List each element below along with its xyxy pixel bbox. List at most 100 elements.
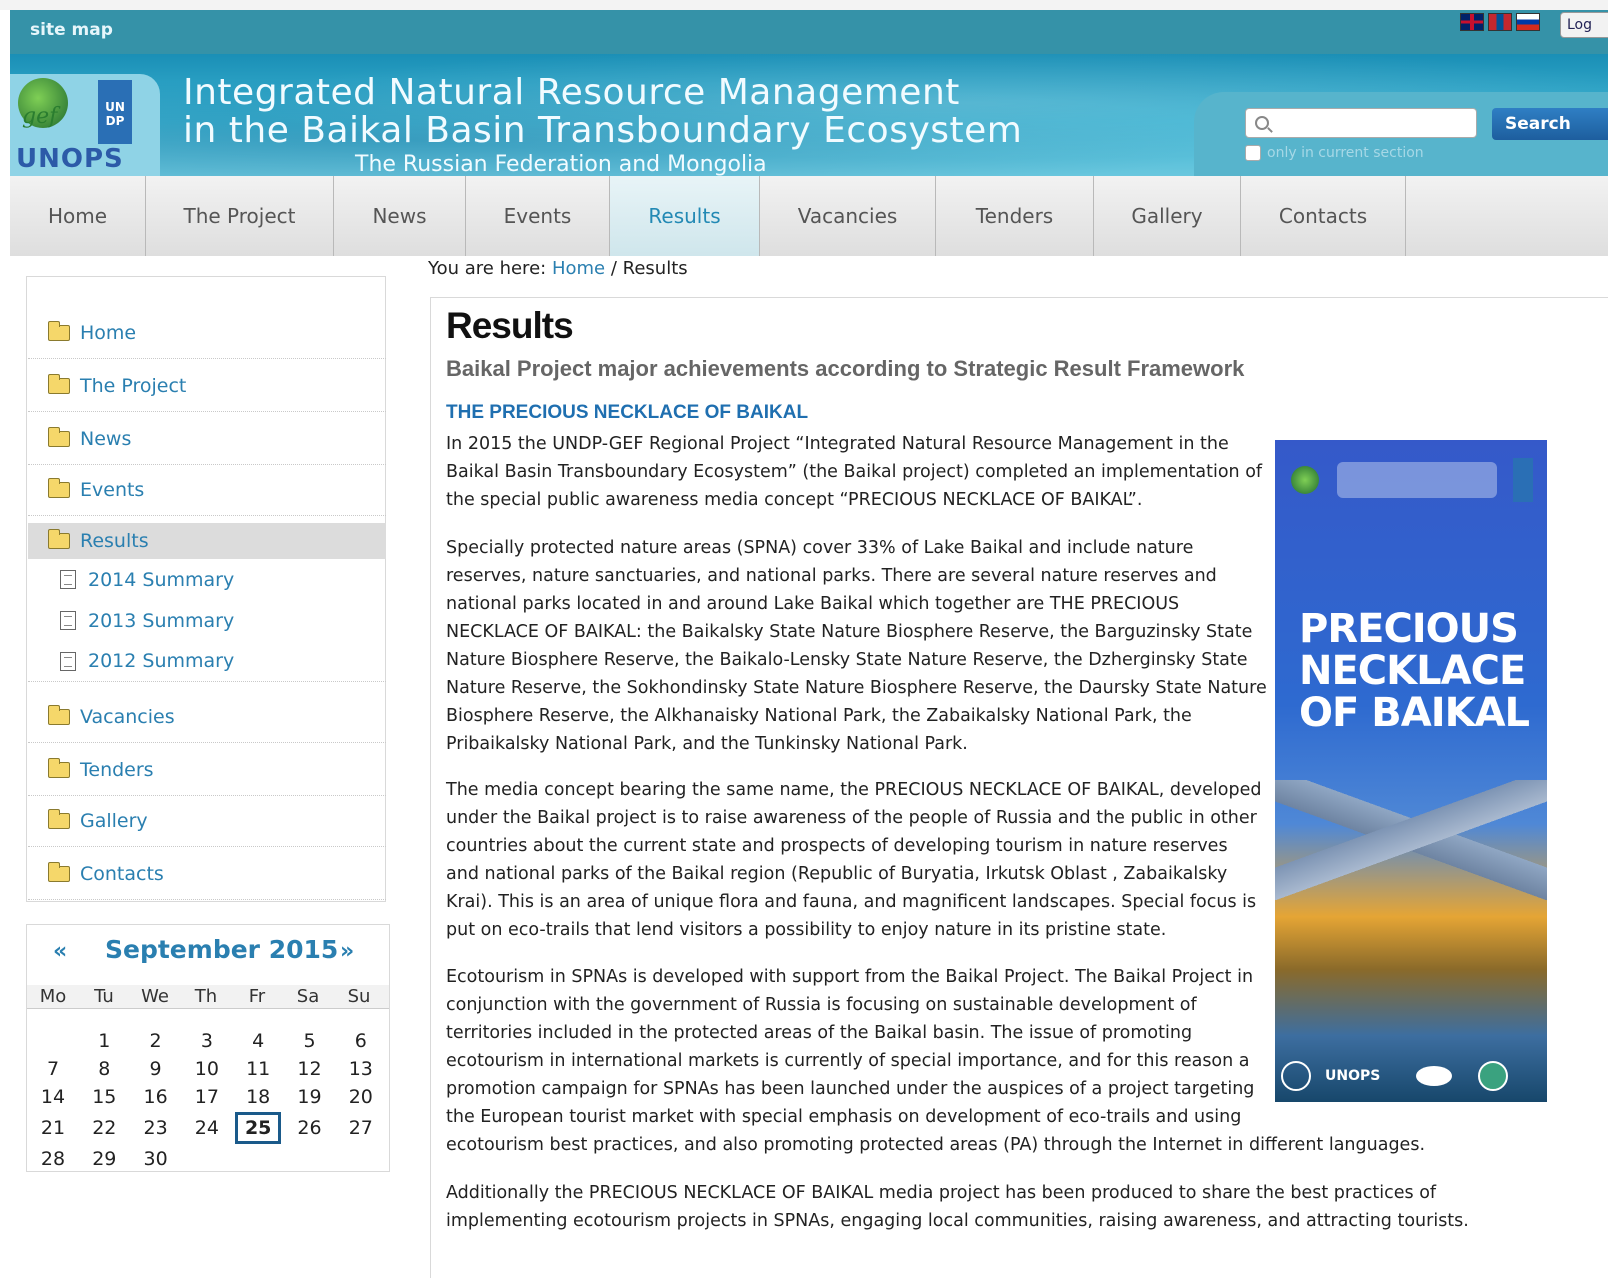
sidebar-item-news[interactable]: News	[28, 413, 386, 465]
breadcrumb-prefix: You are here:	[428, 258, 547, 279]
calendar-day[interactable]: 22	[81, 1112, 127, 1144]
text-line: In 2015 the UNDP-GEF Regional Project “I…	[446, 434, 1229, 454]
sidebar-subitem-2013-summary[interactable]: 2013 Summary	[28, 600, 386, 641]
sidebar: Home The Project News Events Results 201…	[26, 276, 386, 902]
mongolian-flag-icon[interactable]	[1488, 13, 1512, 31]
nav-tenders[interactable]: Tenders	[936, 176, 1094, 256]
nav-gallery[interactable]: Gallery	[1094, 176, 1241, 256]
nav-results[interactable]: Results	[610, 176, 760, 256]
nav-vacancies[interactable]: Vacancies	[760, 176, 936, 256]
weekday-label: Su	[347, 986, 371, 1007]
poster-footer: UNOPS	[1275, 1050, 1547, 1102]
text-line: and national parks of the Baikal region …	[446, 864, 1228, 884]
document-icon	[60, 651, 76, 671]
weekday-label: Mo	[39, 986, 67, 1007]
folder-icon	[48, 808, 70, 829]
calendar-title: September 2015	[105, 935, 339, 964]
login-button[interactable]: Log	[1560, 12, 1608, 38]
sidebar-subitem-label: 2012 Summary	[88, 650, 235, 672]
text-line: Specially protected nature areas (SPNA) …	[446, 538, 1194, 558]
nav-news[interactable]: News	[334, 176, 466, 256]
calendar-day[interactable]: 15	[81, 1081, 127, 1113]
calendar-day[interactable]: 30	[133, 1143, 179, 1175]
text-line: The media concept bearing the same name,…	[446, 780, 1262, 800]
sidebar-item-home[interactable]: Home	[28, 307, 386, 359]
paragraph-5: Additionally the PRECIOUS NECKLACE OF BA…	[446, 1179, 1469, 1235]
sidebar-item-the-project[interactable]: The Project	[28, 360, 386, 412]
sidebar-item-label: Events	[80, 478, 145, 501]
nav-home[interactable]: Home	[10, 176, 146, 256]
sidebar-item-vacancies[interactable]: Vacancies	[28, 691, 386, 743]
site-map-link[interactable]: site map	[30, 20, 113, 40]
calendar-day[interactable]: 20	[338, 1081, 384, 1113]
calendar-prev-month[interactable]: «	[53, 939, 67, 964]
sidebar-item-gallery[interactable]: Gallery	[28, 795, 386, 847]
text-line: Krai). This is an area of unique flora a…	[446, 892, 1257, 912]
text-line: Baikal Basin Transboundary Ecosystem” (t…	[446, 462, 1263, 482]
sidebar-item-label: News	[80, 427, 132, 450]
sidebar-item-results[interactable]: Results	[28, 523, 386, 559]
weekday-label: We	[141, 986, 169, 1007]
sidebar-item-tenders[interactable]: Tenders	[28, 744, 386, 796]
section-heading: THE PRECIOUS NECKLACE OF BAIKAL	[446, 402, 809, 423]
calendar-day[interactable]: 28	[30, 1143, 76, 1175]
calendar-day[interactable]: 19	[287, 1081, 333, 1113]
folder-icon	[48, 477, 70, 498]
calendar-next-month[interactable]: »	[340, 939, 354, 964]
unops-logo: UNOPS	[16, 144, 124, 174]
text-line: Pribaikalsky National Park, and the Tunk…	[446, 734, 968, 754]
only-current-section-label: only in current section	[1267, 145, 1424, 161]
calendar-day[interactable]: 23	[133, 1112, 179, 1144]
poster-title-line: OF BAIKAL	[1299, 690, 1530, 736]
weekday-label: Tu	[94, 986, 114, 1007]
calendar-day[interactable]: 24	[184, 1112, 230, 1144]
folder-icon	[48, 861, 70, 882]
calendar-day[interactable]: 16	[133, 1081, 179, 1113]
search-icon	[1255, 116, 1269, 130]
calendar-day[interactable]: 18	[235, 1081, 281, 1113]
browser-top-strip	[0, 0, 1608, 10]
folder-icon	[48, 704, 70, 725]
calendar-day[interactable]: 17	[184, 1081, 230, 1113]
nav-contacts[interactable]: Contacts	[1241, 176, 1406, 256]
calendar-day[interactable]: 26	[287, 1112, 333, 1144]
calendar-day-today[interactable]: 25	[235, 1112, 282, 1144]
russian-flag-icon[interactable]	[1516, 13, 1540, 31]
ministry-logo-icon	[1337, 462, 1497, 498]
poster-landscape	[1275, 780, 1547, 900]
sidebar-item-events[interactable]: Events	[28, 464, 386, 516]
language-flags	[1460, 13, 1540, 31]
emblem-icon	[1281, 1061, 1311, 1091]
calendar-day[interactable]: 14	[30, 1081, 76, 1113]
sidebar-subitem-2014-summary[interactable]: 2014 Summary	[28, 559, 386, 600]
only-current-section-option[interactable]: only in current section	[1245, 145, 1424, 161]
breadcrumb-home-link[interactable]: Home	[552, 258, 605, 279]
weekday-label: Sa	[296, 986, 320, 1007]
gef-logo-text: gef	[22, 104, 58, 129]
poster-title: PRECIOUS NECKLACE OF BAIKAL	[1299, 608, 1530, 736]
text-line: Nature Biosphere Reserve, the Baikalo-Le…	[446, 650, 1248, 670]
calendar-day[interactable]: 29	[81, 1143, 127, 1175]
text-line: Biosphere Reserve, the Alkhanaisky Natio…	[446, 706, 1192, 726]
text-line: Additionally the PRECIOUS NECKLACE OF BA…	[446, 1183, 1437, 1203]
english-flag-icon[interactable]	[1460, 13, 1484, 31]
text-line: the European tourist market with special…	[446, 1107, 1242, 1127]
paragraph-3: The media concept bearing the same name,…	[446, 776, 1262, 944]
search-button[interactable]: Search	[1492, 108, 1608, 140]
sidebar-subitem-label: 2013 Summary	[88, 609, 235, 632]
search-input[interactable]	[1245, 108, 1477, 138]
sidebar-item-label: Contacts	[80, 862, 164, 885]
nav-events[interactable]: Events	[466, 176, 610, 256]
calendar-day[interactable]: 21	[30, 1112, 76, 1144]
sidebar-item-label: The Project	[80, 374, 187, 397]
sidebar-item-label: Gallery	[80, 809, 148, 832]
nav-the-project[interactable]: The Project	[146, 176, 334, 256]
sidebar-item-contacts[interactable]: Contacts	[28, 848, 386, 900]
calendar-day[interactable]: 27	[338, 1112, 384, 1144]
poster-logos	[1285, 458, 1537, 508]
sidebar-subitem-2012-summary[interactable]: 2012 Summary	[28, 641, 386, 682]
calendar-weekday-header: Mo Tu We Th Fr Sa Su	[27, 985, 389, 1009]
undp-logo: UN DP	[98, 80, 132, 144]
sidebar-item-label: Results	[80, 530, 149, 552]
only-current-section-checkbox[interactable]	[1245, 145, 1261, 161]
